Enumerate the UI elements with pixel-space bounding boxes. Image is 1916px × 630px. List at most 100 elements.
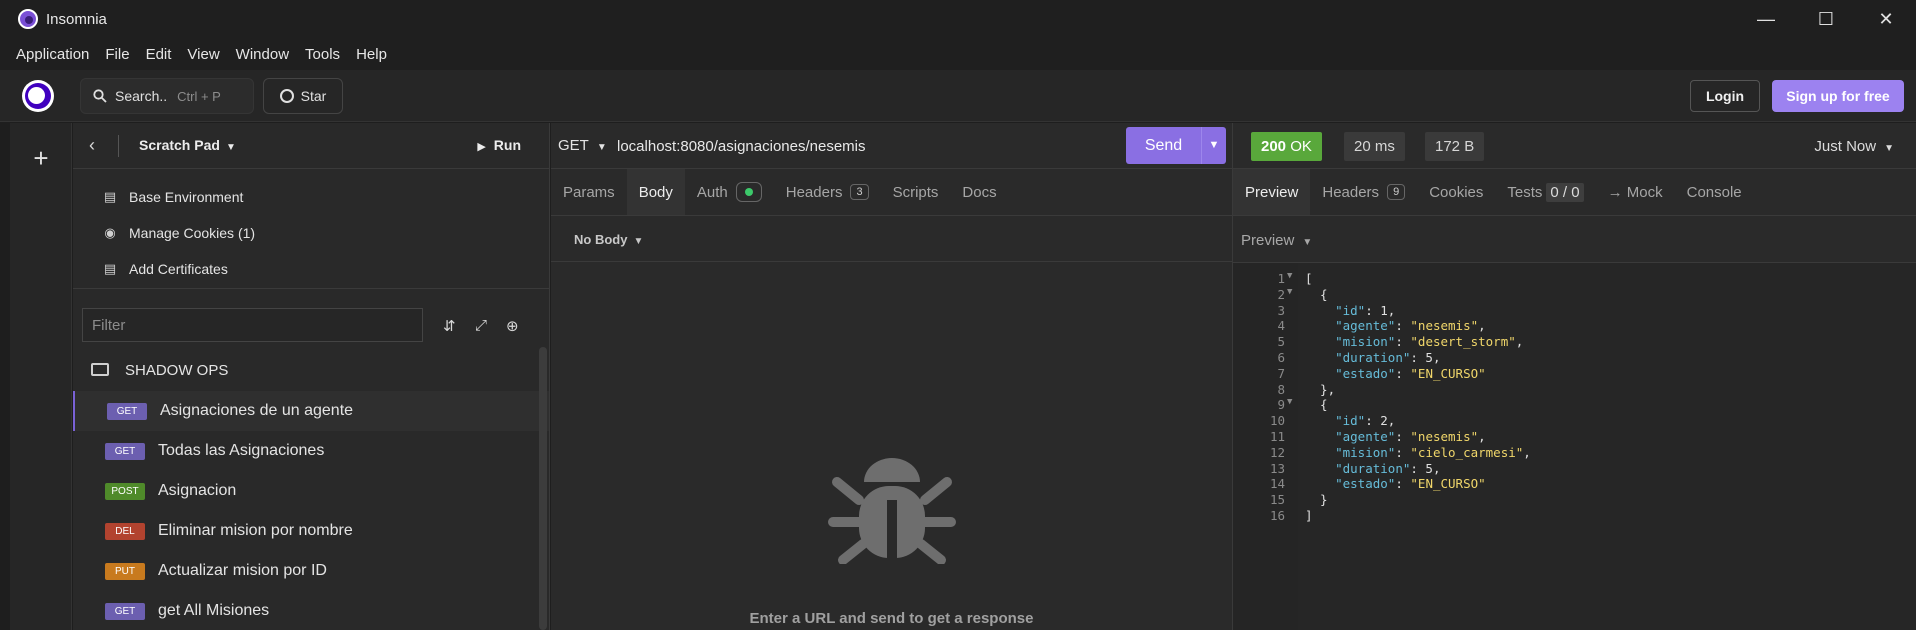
send-button[interactable]: Send ▼ <box>1126 127 1226 164</box>
menu-help[interactable]: Help <box>348 46 395 63</box>
request-name: Actualizar mision por ID <box>158 562 327 579</box>
back-chevron-icon[interactable]: ‹ <box>89 135 95 156</box>
tab-cookies[interactable]: Cookies <box>1417 169 1495 215</box>
send-dropdown-icon[interactable]: ▼ <box>1201 127 1226 164</box>
caret-down-icon: ▼ <box>1884 143 1894 154</box>
request-item[interactable]: GET Asignaciones de un agente <box>73 391 549 431</box>
line-number: 5 <box>1277 334 1285 350</box>
run-button[interactable]: ▶ Run <box>477 137 521 153</box>
certificate-icon: ▤ <box>103 261 117 276</box>
tab-headers[interactable]: Headers 3 <box>774 169 881 215</box>
tab-preview[interactable]: Preview <box>1233 169 1311 215</box>
request-item[interactable]: GET Todas las Asignaciones <box>73 431 549 471</box>
tab-tests-label: Tests <box>1507 183 1543 201</box>
response-body-viewer[interactable]: 1 ▼[2 ▼ {3 "id": 1, 4 "agente": "nesemis", 5… <box>1233 263 1916 630</box>
filter-row: ⇵ ⤢ ⊕ <box>73 289 549 351</box>
line-number: 3 <box>1277 302 1285 318</box>
insomnia-home-icon[interactable] <box>22 80 54 112</box>
folder-open-icon <box>91 363 109 376</box>
tab-mock[interactable]: → Mock <box>1596 169 1675 215</box>
title-bar: Insomnia — ☐ ✕ <box>0 0 1916 38</box>
minimize-button[interactable]: — <box>1736 0 1796 38</box>
sort-icon[interactable]: ⇵ <box>443 317 456 335</box>
collection-folder[interactable]: SHADOW OPS <box>73 351 549 391</box>
body-type-selector[interactable]: No Body ▼ <box>574 232 643 247</box>
tab-auth[interactable]: Auth <box>685 169 774 215</box>
fold-icon[interactable]: ▼ <box>1287 287 1292 297</box>
code-text: "duration": 5, <box>1335 460 1441 476</box>
tab-response-headers[interactable]: Headers 9 <box>1310 169 1417 215</box>
method-badge: GET <box>107 403 147 420</box>
method-selector[interactable]: GET ▼ <box>558 137 607 154</box>
menu-application[interactable]: Application <box>8 46 97 63</box>
code-text: { <box>1305 286 1328 302</box>
tab-tests[interactable]: Tests 0 / 0 <box>1495 169 1595 215</box>
menu-tools[interactable]: Tools <box>297 46 348 63</box>
status-badge: 200 OK <box>1251 132 1322 161</box>
github-star-button[interactable]: Star <box>263 78 343 114</box>
base-environment-link[interactable]: ▤ Base Environment <box>73 179 549 215</box>
method-badge: DEL <box>105 523 145 540</box>
tab-params[interactable]: Params <box>551 169 627 215</box>
request-item[interactable]: POST Asignacion <box>73 471 549 511</box>
menu-view[interactable]: View <box>179 46 227 63</box>
code-text: "estado": "EN_CURSO" <box>1335 476 1486 492</box>
code-text: "duration": 5, <box>1335 350 1441 365</box>
search-button[interactable]: Search.. Ctrl + P <box>80 78 254 114</box>
request-name: Asignacion <box>158 482 237 499</box>
close-button[interactable]: ✕ <box>1856 0 1916 38</box>
code-text: } <box>1305 492 1328 508</box>
menu-edit[interactable]: Edit <box>138 46 180 63</box>
line-number: 10 <box>1269 413 1285 429</box>
code-text: ] <box>1305 508 1313 523</box>
cookie-icon: ◉ <box>104 225 116 240</box>
manage-cookies-link[interactable]: ◉ Manage Cookies (1) <box>73 215 549 251</box>
code-text: }, <box>1305 381 1336 397</box>
request-name: Asignaciones de un agente <box>160 402 354 419</box>
method-badge: GET <box>105 443 145 460</box>
add-circle-icon[interactable]: ⊕ <box>506 317 519 335</box>
workspace-links: ▤ Base Environment ◉ Manage Cookies (1) ▤ A… <box>73 169 549 289</box>
maximize-button[interactable]: ☐ <box>1796 0 1856 38</box>
line-number: 8 <box>1277 381 1285 397</box>
request-item[interactable]: GET get All Misiones <box>73 591 549 630</box>
add-icon[interactable]: + <box>10 143 72 174</box>
line-number: 11 <box>1269 429 1285 444</box>
request-name: get All Misiones <box>158 602 270 619</box>
tab-scripts[interactable]: Scripts <box>881 169 951 215</box>
login-button[interactable]: Login <box>1690 80 1760 112</box>
sidebar-scrollbar[interactable] <box>539 347 547 630</box>
menu-bar: Application File Edit View Window Tools … <box>0 38 1916 70</box>
add-certificates-link[interactable]: ▤ Add Certificates <box>73 251 549 287</box>
history-selector[interactable]: Just Now ▼ <box>1814 138 1894 155</box>
menu-file[interactable]: File <box>97 46 137 63</box>
insomnia-logo-icon <box>18 9 38 29</box>
filter-input[interactable] <box>82 308 423 342</box>
fold-icon[interactable]: ▼ <box>1287 397 1292 407</box>
window-title: Insomnia <box>46 10 107 28</box>
preview-mode-selector[interactable]: Preview ▼ <box>1241 232 1312 249</box>
code-text: "mision": "cielo_carmesi", <box>1335 444 1531 460</box>
url-input[interactable] <box>617 135 1017 157</box>
tab-body[interactable]: Body <box>626 169 685 215</box>
expand-icon[interactable]: ⤢ <box>475 317 487 334</box>
line-number: 14 <box>1269 476 1285 492</box>
request-item[interactable]: DEL Eliminar mision por nombre <box>73 511 549 551</box>
line-number: 2 <box>1277 286 1285 302</box>
request-item[interactable]: PUT Actualizar mision por ID <box>73 551 549 591</box>
tab-docs[interactable]: Docs <box>950 169 1008 215</box>
code-text: [ <box>1305 271 1313 286</box>
signup-button[interactable]: Sign up for free <box>1772 80 1904 112</box>
menu-window[interactable]: Window <box>228 46 297 63</box>
request-name: Todas las Asignaciones <box>158 442 325 459</box>
code-text: "agente": "nesemis", <box>1335 318 1486 334</box>
fold-icon[interactable]: ▼ <box>1287 271 1292 281</box>
workspace-selector[interactable]: Scratch Pad ▼ <box>139 137 236 153</box>
tab-console[interactable]: Console <box>1675 169 1754 215</box>
search-icon <box>93 89 107 103</box>
file-icon: ▤ <box>103 189 117 204</box>
code-text: "id": 2, <box>1335 413 1396 429</box>
response-tabs: Preview Headers 9 Cookies Tests 0 / 0 → Mo… <box>1233 169 1916 216</box>
code-text: "mision": "desert_storm", <box>1335 334 1524 350</box>
method-badge: GET <box>105 603 145 620</box>
